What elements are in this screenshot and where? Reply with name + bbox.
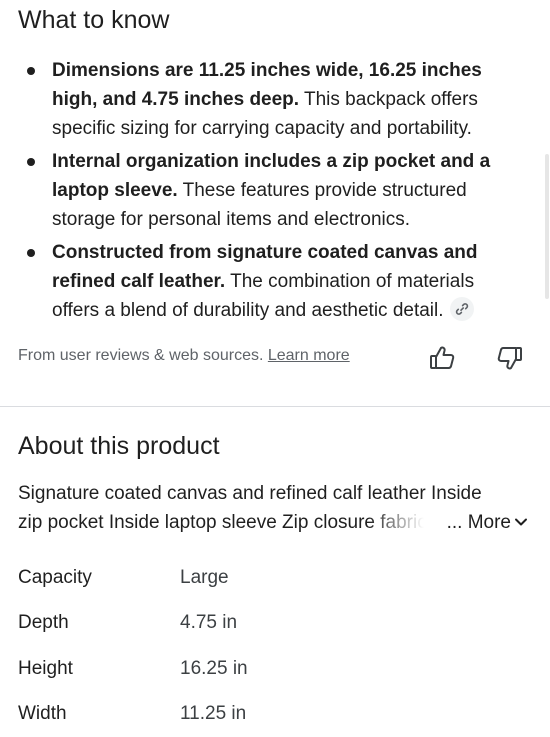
what-to-know-list: Dimensions are 11.25 inches wide, 16.25 … — [0, 56, 530, 329]
spec-value: 4.75 in — [180, 612, 237, 634]
specs-table: Capacity Large Depth 4.75 in Height 16.2… — [18, 555, 518, 737]
section-divider — [0, 406, 550, 407]
sources-note: From user reviews & web sources. Learn m… — [18, 347, 350, 365]
bullet-dot — [27, 158, 35, 166]
description-line: Signature coated canvas and refined calf… — [18, 479, 528, 508]
spec-label: Height — [18, 658, 180, 680]
table-row: Capacity Large — [18, 555, 518, 601]
sources-text: From user reviews & web sources. — [18, 347, 263, 364]
more-button[interactable]: ... More — [439, 508, 528, 537]
thumbs-down-icon[interactable] — [496, 344, 524, 372]
list-item: Internal organization includes a zip poc… — [0, 147, 530, 234]
spec-label: Width — [18, 703, 180, 725]
link-icon[interactable] — [450, 297, 474, 321]
text-fade — [368, 508, 448, 537]
spec-value: 11.25 in — [180, 703, 246, 725]
description-line-truncated: zip pocket Inside laptop sleeve Zip clos… — [18, 508, 528, 537]
what-to-know-title: What to know — [18, 8, 169, 33]
list-item: Constructed from signature coated canvas… — [0, 238, 530, 325]
spec-label: Capacity — [18, 567, 180, 589]
bullet-dot — [27, 249, 35, 257]
product-description: Signature coated canvas and refined calf… — [18, 479, 528, 537]
learn-more-link[interactable]: Learn more — [268, 347, 350, 364]
bullet-dot — [27, 67, 35, 75]
spec-label: Depth — [18, 612, 180, 634]
spec-value: 16.25 in — [180, 658, 248, 680]
more-label: ... More — [447, 512, 511, 533]
scrollbar[interactable] — [545, 154, 549, 299]
table-row: Depth 4.75 in — [18, 601, 518, 647]
chevron-down-icon — [514, 517, 528, 527]
spec-value: Large — [180, 567, 229, 589]
table-row: Height 16.25 in — [18, 646, 518, 692]
table-row: Width 11.25 in — [18, 692, 518, 737]
thumbs-up-icon[interactable] — [428, 344, 456, 372]
about-product-title: About this product — [18, 434, 220, 459]
list-item: Dimensions are 11.25 inches wide, 16.25 … — [0, 56, 530, 143]
